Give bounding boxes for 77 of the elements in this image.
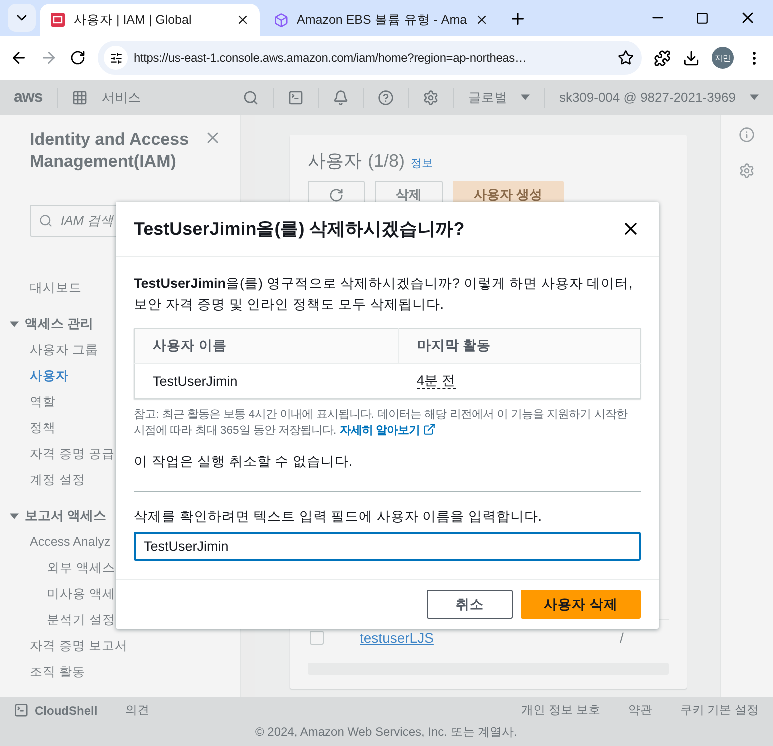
footer-link[interactable]: 쿠키 기본 설정 <box>680 702 759 719</box>
terminal-icon[interactable] <box>288 90 304 106</box>
download-icon[interactable] <box>683 50 700 66</box>
search-placeholder: IAM 검색 <box>61 212 114 230</box>
close-icon[interactable] <box>236 13 250 27</box>
settings-icon[interactable] <box>423 90 440 106</box>
table-cell: TestUserJimin <box>134 364 399 398</box>
cube-icon <box>274 12 289 28</box>
confirm-input-field[interactable]: TestUserJimin <box>134 532 641 561</box>
confirm-label: 삭제를 확인하려면 텍스트 입력 필드에 사용자 이름을 입력합니다. <box>134 508 544 526</box>
nav-link[interactable]: 자격 증명 공급 <box>30 441 115 468</box>
grid-icon[interactable] <box>72 90 88 106</box>
tab-favicon <box>50 12 66 28</box>
browser-tab[interactable]: 사용자 | IAM | Global <box>40 4 260 36</box>
nav-link[interactable]: 대시보드 <box>30 275 82 302</box>
nav-link[interactable]: Access Analyz <box>30 529 111 556</box>
footer-link[interactable]: 약관 <box>628 702 652 719</box>
dialog-title: TestUserJimin을(를) 삭제하시겠습니까? <box>134 218 466 241</box>
nav-link[interactable]: 분석기 설정 <box>47 607 116 634</box>
nav-link[interactable]: 자격 증명 보고서 <box>30 633 128 660</box>
learn-more-link[interactable]: 자세히 알아보기 <box>340 425 420 437</box>
nav-link[interactable]: 외부 액세스 <box>47 555 116 582</box>
column-header: 사용자 이름 <box>134 328 399 364</box>
tab-list-button[interactable] <box>8 4 36 32</box>
terminal-icon <box>14 703 29 718</box>
nav-link[interactable]: 사용자 <box>30 363 69 390</box>
column-header: 마지막 활동 <box>398 328 640 364</box>
search-icon <box>39 214 53 228</box>
caret-icon <box>10 512 19 521</box>
nav-section-toggle[interactable]: 액세스 관리 <box>10 311 94 338</box>
nav-link[interactable]: 계정 설정 <box>30 467 86 494</box>
nav-link[interactable]: 정책 <box>30 415 56 442</box>
caret-icon[interactable] <box>750 93 759 102</box>
services-menu[interactable]: 서비스 <box>102 88 141 106</box>
maximize-icon[interactable] <box>696 12 709 24</box>
address-bar[interactable]: https://us-east-1.console.aws.amazon.com/iam/home?region=ap-northeas… <box>98 41 642 75</box>
nav-link[interactable]: 조직 활동 <box>30 659 86 686</box>
region-menu[interactable]: 글로벌 <box>468 88 508 106</box>
reload-icon[interactable] <box>70 50 86 66</box>
nav-link[interactable]: 미사용 액세 <box>47 581 116 608</box>
card-heading: 사용자 <box>308 150 362 173</box>
forward-arrow-icon[interactable] <box>40 49 58 67</box>
info-link[interactable]: 정보 <box>411 156 434 171</box>
aws-logo[interactable]: aws <box>14 88 43 106</box>
search-icon[interactable] <box>243 90 260 106</box>
row-checkbox[interactable] <box>310 630 324 644</box>
table-cell: / <box>620 630 624 646</box>
footer-link[interactable]: 개인 정보 보호 <box>522 702 600 719</box>
feedback-link[interactable]: 의견 <box>126 702 150 719</box>
nav-link[interactable]: 사용자 그룹 <box>30 337 98 364</box>
browser-tab[interactable]: Amazon EBS 볼륨 유형 - Ama <box>264 4 500 36</box>
profile-avatar[interactable]: 지민 <box>712 47 734 69</box>
table-cell: 4분 전 <box>398 364 640 398</box>
info-icon[interactable] <box>739 127 755 143</box>
star-icon[interactable] <box>618 50 634 66</box>
help-icon[interactable] <box>378 90 394 106</box>
copyright-text: © 2024, Amazon Web Services, Inc. 또는 계열사. <box>255 725 518 739</box>
user-link[interactable]: testuserLJS <box>360 630 434 646</box>
external-link-icon[interactable] <box>423 423 436 436</box>
sidebar-title: Identity and Access Management(IAM) <box>30 129 190 174</box>
nav-link[interactable]: 역할 <box>30 389 56 416</box>
caret-icon[interactable] <box>521 93 530 102</box>
dialog-message: TestUserJimin을(를) 영구적으로 삭제하시겠습니까? 이렇게 하면 사용자 데이터, 보안 자격 증명 및 인라인 정책도 모두 삭제됩니다. <box>134 275 634 314</box>
settings-icon[interactable] <box>739 163 755 179</box>
account-menu[interactable]: sk309-004 @ 9827-2021-3969 <box>559 90 736 105</box>
user-count: (1/8) <box>368 151 406 172</box>
caret-icon <box>10 320 19 329</box>
note-text: 참고: 최근 활동은 보통 4시간 이내에 표시됩니다. 데이터는 해당 리전에서 이 기능을 지원하기 시작한 시점에 따라 최대 365일 동안 저장됩니다. 자세히 알아보기 <box>134 408 629 439</box>
cloudshell-button[interactable]: CloudShell <box>14 703 98 718</box>
delete-user-button[interactable]: 사용자 삭제 <box>521 590 641 619</box>
refresh-icon <box>329 188 344 202</box>
extensions-icon[interactable] <box>654 50 671 66</box>
nav-section-toggle[interactable]: 보고서 액세스 <box>10 503 107 530</box>
warning-text: 이 작업은 실행 취소할 수 없습니다. <box>134 453 354 471</box>
bell-icon[interactable] <box>333 90 350 106</box>
site-settings-icon[interactable] <box>104 46 128 70</box>
cancel-button[interactable]: 취소 <box>427 590 514 619</box>
